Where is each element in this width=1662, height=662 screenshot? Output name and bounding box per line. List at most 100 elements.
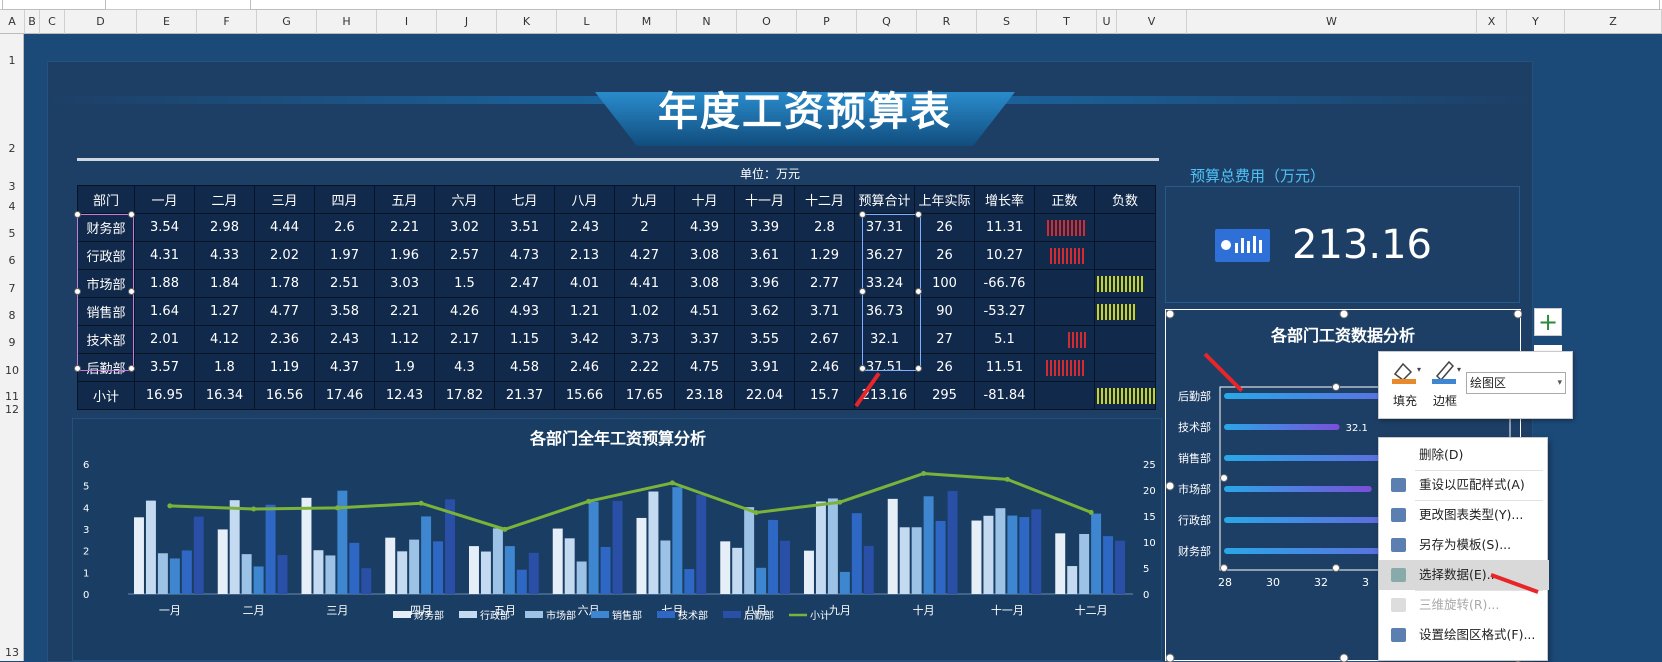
- table-cell[interactable]: 4.33: [194, 241, 255, 270]
- column-header[interactable]: F: [197, 10, 257, 34]
- table-cell[interactable]: 15.66: [554, 381, 615, 410]
- border-button[interactable]: ▾ 边框: [1427, 358, 1463, 412]
- positive-bar-cell[interactable]: [1034, 381, 1095, 410]
- column-header[interactable]: Y: [1507, 10, 1565, 34]
- table-cell[interactable]: 4.12: [194, 325, 255, 354]
- table-cell[interactable]: 5.1: [974, 325, 1035, 354]
- table-cell[interactable]: 2.8: [794, 213, 855, 242]
- formula-input[interactable]: [250, 0, 1660, 10]
- plot-handle[interactable]: [1220, 564, 1228, 572]
- fill-button[interactable]: ▾ 填充: [1387, 358, 1423, 412]
- negative-bar-cell[interactable]: [1094, 353, 1156, 382]
- row-header[interactable]: 13: [0, 646, 24, 659]
- positive-bar-cell[interactable]: [1034, 325, 1095, 354]
- row-header[interactable]: 12: [0, 403, 24, 416]
- selection-handle[interactable]: [915, 211, 922, 218]
- table-cell[interactable]: 26: [914, 241, 975, 270]
- table-cell[interactable]: 16.95: [134, 381, 195, 410]
- table-cell[interactable]: 10.27: [974, 241, 1035, 270]
- resize-handle[interactable]: [1339, 310, 1349, 319]
- row-header[interactable]: 7: [0, 282, 24, 295]
- column-header-cell[interactable]: 三月: [254, 185, 315, 214]
- column-header-cell[interactable]: 一月: [134, 185, 195, 214]
- selection-handle[interactable]: [859, 211, 866, 218]
- table-cell[interactable]: 1.02: [614, 297, 675, 326]
- table-cell[interactable]: 2.01: [134, 325, 195, 354]
- positive-bar-cell[interactable]: [1034, 213, 1095, 242]
- positive-bar-cell[interactable]: [1034, 241, 1095, 270]
- column-header[interactable]: Q: [857, 10, 917, 34]
- table-cell[interactable]: 2.21: [374, 297, 435, 326]
- column-header-cell[interactable]: 八月: [554, 185, 615, 214]
- column-header[interactable]: N: [677, 10, 737, 34]
- column-header[interactable]: B: [25, 10, 40, 34]
- column-header[interactable]: X: [1477, 10, 1507, 34]
- chart-element-dropdown[interactable]: 绘图区 ▾: [1466, 372, 1566, 394]
- table-cell[interactable]: 15.7: [794, 381, 855, 410]
- row-header[interactable]: 11: [0, 390, 24, 403]
- table-cell[interactable]: 90: [914, 297, 975, 326]
- table-cell[interactable]: 2.46: [554, 353, 615, 382]
- selection-handle[interactable]: [74, 365, 81, 372]
- column-header-cell[interactable]: 五月: [374, 185, 435, 214]
- table-cell[interactable]: 2.67: [794, 325, 855, 354]
- table-cell[interactable]: 2.21: [374, 213, 435, 242]
- table-cell[interactable]: -53.27: [974, 297, 1035, 326]
- table-cell[interactable]: 4.39: [674, 213, 735, 242]
- table-cell[interactable]: 4.26: [434, 297, 495, 326]
- table-cell[interactable]: 3.71: [794, 297, 855, 326]
- monthly-chart[interactable]: 各部门全年工资预算分析 0 1 2 3 4 5 6 0 5 10 15 20 25 一月 二月 三月 四月 五月六…: [72, 418, 1162, 661]
- column-header-cell[interactable]: 六月: [434, 185, 495, 214]
- table-cell[interactable]: 3.58: [314, 297, 375, 326]
- table-cell[interactable]: 1.84: [194, 269, 255, 298]
- table-cell[interactable]: 22.04: [734, 381, 795, 410]
- row-header[interactable]: 5: [0, 227, 24, 240]
- row-header[interactable]: 8: [0, 309, 24, 322]
- table-cell[interactable]: 4.77: [254, 297, 315, 326]
- selection-dept-column[interactable]: [77, 214, 134, 371]
- table-cell[interactable]: 4.27: [614, 241, 675, 270]
- table-cell[interactable]: 1.5: [434, 269, 495, 298]
- menu-item[interactable]: 另存为模板(S)...: [1379, 530, 1549, 560]
- row-header[interactable]: 6: [0, 254, 24, 267]
- table-cell[interactable]: 4.41: [614, 269, 675, 298]
- positive-bar-cell[interactable]: [1034, 353, 1095, 382]
- table-cell[interactable]: 3.62: [734, 297, 795, 326]
- table-cell[interactable]: 1.96: [374, 241, 435, 270]
- selection-handle[interactable]: [859, 288, 866, 295]
- table-cell[interactable]: 1.19: [254, 353, 315, 382]
- column-header-cell[interactable]: 十月: [674, 185, 735, 214]
- negative-bar-cell[interactable]: [1094, 213, 1156, 242]
- column-header[interactable]: H: [317, 10, 377, 34]
- column-header-cell[interactable]: 负数: [1094, 185, 1156, 214]
- negative-bar-cell[interactable]: [1094, 241, 1156, 270]
- column-header-cell[interactable]: 四月: [314, 185, 375, 214]
- column-header[interactable]: O: [737, 10, 797, 34]
- table-cell[interactable]: 2.77: [794, 269, 855, 298]
- column-header-cell[interactable]: 十二月: [794, 185, 855, 214]
- selection-handle[interactable]: [915, 365, 922, 372]
- column-header[interactable]: W: [1187, 10, 1477, 34]
- table-cell[interactable]: 21.37: [494, 381, 555, 410]
- table-cell[interactable]: 4.73: [494, 241, 555, 270]
- negative-bar-cell[interactable]: [1094, 297, 1156, 326]
- column-header-cell[interactable]: 九月: [614, 185, 675, 214]
- selection-handle[interactable]: [74, 211, 81, 218]
- table-cell[interactable]: 2.13: [554, 241, 615, 270]
- table-cell[interactable]: 1.88: [134, 269, 195, 298]
- plot-handle[interactable]: [1332, 383, 1340, 391]
- table-cell[interactable]: 11.31: [974, 213, 1035, 242]
- table-cell[interactable]: 1.21: [554, 297, 615, 326]
- table-cell[interactable]: 11.51: [974, 353, 1035, 382]
- table-cell[interactable]: -66.76: [974, 269, 1035, 298]
- table-cell[interactable]: 12.43: [374, 381, 435, 410]
- resize-handle[interactable]: [1166, 481, 1175, 491]
- table-cell[interactable]: 3.96: [734, 269, 795, 298]
- table-cell[interactable]: 小计: [77, 381, 135, 410]
- table-cell[interactable]: 4.37: [314, 353, 375, 382]
- table-cell[interactable]: 2.43: [314, 325, 375, 354]
- column-header[interactable]: C: [40, 10, 65, 34]
- column-header[interactable]: V: [1117, 10, 1187, 34]
- table-cell[interactable]: 4.75: [674, 353, 735, 382]
- column-header-cell[interactable]: 正数: [1034, 185, 1095, 214]
